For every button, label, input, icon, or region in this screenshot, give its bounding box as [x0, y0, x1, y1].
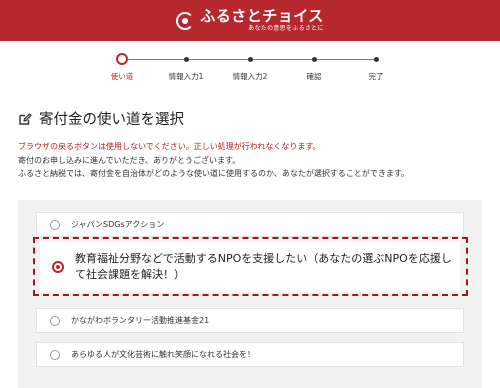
site-header: ふるさとチョイス あなたの意思をふるさとに	[0, 0, 500, 41]
step-label: 情報入力2	[232, 72, 268, 81]
step-dot-icon	[373, 57, 379, 62]
step-complete: 完了	[346, 50, 406, 82]
step-label: 使い道	[110, 72, 134, 81]
radio-button[interactable]	[50, 315, 60, 326]
intro-notes: ブラウザの戻るボタンは使用しないでください。正しい処理が行われなくなります。 寄…	[18, 140, 409, 181]
option-japan-sdgs[interactable]: ジャパンSDGsアクション	[36, 212, 464, 237]
radio-button[interactable]	[50, 219, 60, 230]
step-dot-icon	[311, 57, 317, 62]
logo-tagline: あなたの意思をふるさとに	[248, 25, 324, 32]
page-title: 寄付金の使い道を選択	[18, 108, 184, 129]
option-label: かながわボランタリー活動推進基金21	[71, 316, 210, 325]
step-dot-icon	[247, 57, 253, 62]
step-current-dot-icon	[116, 53, 128, 65]
intro-text: ふるさと納税では、寄付金を自治体がどのような使い道に使用するのか、あなたが選択す…	[18, 169, 410, 178]
step-dot-icon	[183, 57, 189, 62]
edit-icon	[19, 112, 32, 125]
intro-text: 寄付のお申し込みに進んでいただき、ありがとうございます。	[18, 155, 241, 165]
option-label: あらゆる人が文化芸術に触れ笑顔になれる社会を！	[71, 350, 255, 359]
page-heading: 寄付金の使い道を選択	[39, 112, 184, 128]
step-label: 完了	[368, 72, 384, 81]
logo[interactable]: ふるさとチョイス あなたの意思をふるさとに	[176, 9, 324, 32]
option-culture-arts[interactable]: あらゆる人が文化芸術に触れ笑顔になれる社会を！	[36, 342, 464, 367]
logo-name: ふるさとチョイス	[200, 7, 324, 25]
radio-button[interactable]	[50, 349, 60, 360]
step-label: 確認	[306, 72, 322, 81]
option-label: ジャパンSDGsアクション	[71, 220, 165, 229]
progress-stepper: 使い道 情報入力1 情報入力2 確認 完了	[0, 50, 500, 90]
step-label: 情報入力1	[168, 72, 204, 81]
logo-mark-icon	[176, 11, 195, 30]
selection-highlight-frame	[33, 237, 468, 296]
step-info1: 情報入力1	[156, 50, 216, 82]
back-button-warning: ブラウザの戻るボタンは使用しないでください。正しい処理が行われなくなります。	[18, 142, 321, 151]
step-info2: 情報入力2	[220, 50, 280, 82]
option-kanagawa-volunteer[interactable]: かながわボランタリー活動推進基金21	[36, 308, 464, 333]
step-use: 使い道	[92, 50, 152, 82]
step-confirm: 確認	[284, 50, 344, 82]
